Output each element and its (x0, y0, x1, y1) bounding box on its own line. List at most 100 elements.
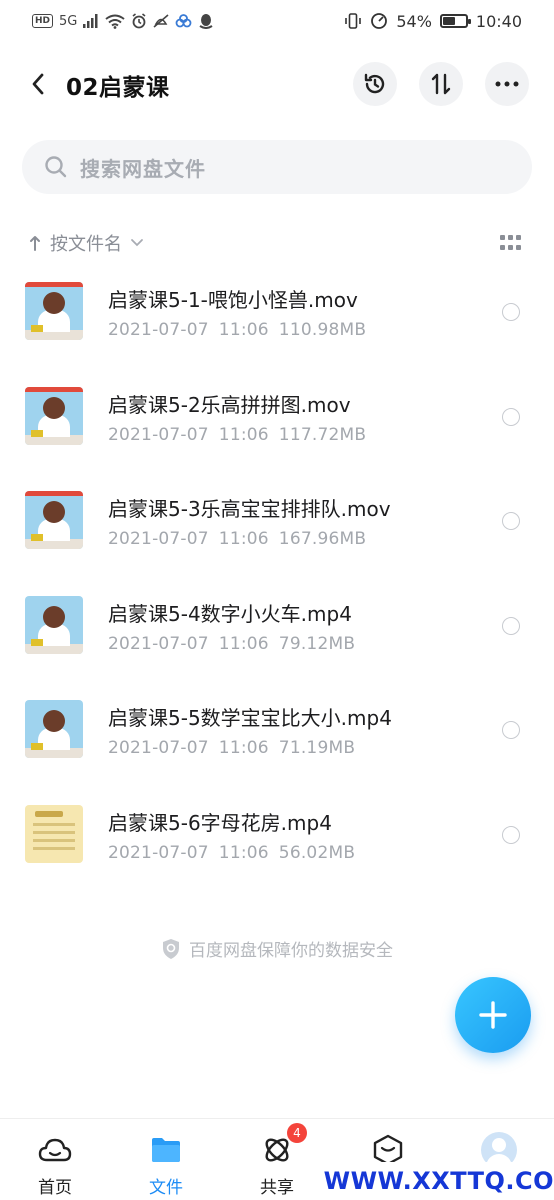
select-checkbox[interactable] (502, 616, 520, 635)
back-button[interactable] (22, 66, 54, 102)
file-meta: 2021-07-07 11:06 110.98MB (108, 320, 376, 340)
file-thumbnail (25, 386, 83, 445)
home-cloud-icon (37, 1133, 73, 1167)
alarm-icon (132, 13, 146, 29)
history-button[interactable] (353, 62, 397, 106)
file-thumbnail (25, 491, 83, 550)
select-checkbox[interactable] (502, 512, 520, 531)
security-text: 百度网盘保障你的数据安全 (189, 941, 393, 961)
file-time: 11:06 (218, 842, 269, 863)
status-bar-right: 54% 10:40 (344, 12, 522, 31)
sort-dropdown[interactable]: 按文件名 (28, 230, 144, 256)
watermark: WWW.XXTTQ.COM (324, 1162, 554, 1200)
select-checkbox[interactable] (502, 303, 520, 321)
arrow-up-icon (30, 236, 40, 251)
signal-icon (83, 14, 98, 28)
header: 02启蒙课 (0, 62, 554, 106)
grid-view-icon[interactable] (500, 235, 522, 251)
sort-row: 按文件名 (28, 228, 524, 258)
file-name: 启蒙课5-1-喂饱小怪兽.mov (108, 288, 358, 312)
file-time: 11:06 (218, 424, 269, 445)
more-button[interactable] (485, 62, 529, 106)
file-row[interactable]: 启蒙课5-3乐高宝宝排排队.mov 2021-07-07 11:06 167.96MB (0, 471, 554, 576)
file-meta: 2021-07-07 11:06 167.96MB (108, 529, 376, 549)
file-row[interactable]: 启蒙课5-6字母花房.mp4 2021-07-07 11:06 56.02MB (0, 785, 554, 890)
clock: 10:40 (475, 11, 522, 31)
battery-percent: 54% (396, 11, 432, 31)
shield-icon (163, 938, 179, 959)
select-checkbox[interactable] (502, 825, 520, 844)
file-name: 启蒙课5-2乐高拼拼图.mov (108, 392, 351, 417)
sort-label: 按文件名 (50, 234, 122, 255)
qq-icon (199, 14, 213, 29)
file-row[interactable]: 启蒙课5-5数学宝宝比大小.mp4 2021-07-07 11:06 71.19MB (0, 680, 554, 785)
file-thumbnail (25, 282, 83, 340)
battery-icon (439, 14, 471, 28)
tab-files-label: 文件 (149, 1178, 183, 1198)
file-row[interactable]: 启蒙课5-4数字小火车.mp4 2021-07-07 11:06 79.12MB (0, 576, 554, 681)
sort-arrows-icon (431, 73, 451, 95)
silent-icon (153, 14, 169, 28)
file-date: 2021-07-07 (108, 842, 209, 863)
file-date: 2021-07-07 (108, 320, 209, 340)
file-name: 启蒙课5-3乐高宝宝排排队.mov (108, 497, 391, 522)
file-time: 11:06 (218, 320, 269, 340)
file-meta: 2021-07-07 11:06 79.12MB (108, 634, 365, 654)
speed-icon (371, 13, 388, 29)
plus-icon (479, 1001, 507, 1029)
file-name: 启蒙课5-4数字小火车.mp4 (108, 601, 352, 626)
tab-home-label: 首页 (38, 1178, 72, 1198)
file-size: 79.12MB (278, 633, 356, 654)
network-type: 5G (59, 13, 78, 29)
file-date: 2021-07-07 (108, 424, 209, 445)
file-meta: 2021-07-07 11:06 71.19MB (108, 738, 365, 758)
status-bar-left: HD 5G (32, 13, 213, 29)
hd-indicator: HD (32, 14, 54, 28)
file-time: 11:06 (218, 633, 269, 654)
file-size: 117.72MB (278, 424, 367, 445)
search-icon (45, 156, 67, 178)
share-icon: 4 (259, 1123, 307, 1167)
file-size: 167.96MB (278, 529, 367, 550)
search-placeholder: 搜索网盘文件 (80, 156, 206, 181)
search-input[interactable]: 搜索网盘文件 (22, 140, 532, 194)
cloud-sync-icon (175, 14, 192, 28)
file-thumbnail (25, 700, 83, 759)
file-time: 11:06 (218, 529, 269, 550)
file-row[interactable]: 启蒙课5-2乐高拼拼图.mov 2021-07-07 11:06 117.72MB (0, 367, 554, 472)
select-checkbox[interactable] (502, 407, 520, 426)
tab-share-label: 共享 (260, 1178, 294, 1198)
file-meta: 2021-07-07 11:06 117.72MB (108, 425, 376, 445)
file-size: 110.98MB (278, 320, 367, 340)
history-icon (364, 73, 385, 94)
tab-share[interactable]: 4 共享 (237, 1123, 317, 1199)
page-title: 02启蒙课 (66, 75, 170, 101)
tab-home[interactable]: 首页 (15, 1133, 95, 1199)
file-thumbnail (25, 595, 83, 654)
file-name: 启蒙课5-6字母花房.mp4 (108, 810, 332, 835)
select-checkbox[interactable] (502, 721, 520, 740)
wifi-icon (105, 14, 125, 29)
file-date: 2021-07-07 (108, 738, 209, 759)
vibrate-icon (345, 13, 362, 29)
file-thumbnail (25, 804, 83, 863)
add-button[interactable] (455, 977, 531, 1053)
folder-icon (148, 1133, 184, 1167)
security-note: 百度网盘保障你的数据安全 (0, 936, 554, 961)
file-size: 71.19MB (278, 738, 356, 759)
chevron-down-icon (131, 239, 143, 247)
file-date: 2021-07-07 (108, 529, 209, 550)
file-date: 2021-07-07 (108, 633, 209, 654)
status-bar: HD 5G 54% 10:40 (0, 0, 554, 42)
file-time: 11:06 (218, 738, 269, 759)
share-badge: 4 (287, 1123, 307, 1143)
file-meta: 2021-07-07 11:06 56.02MB (108, 843, 365, 863)
chevron-left-icon (32, 73, 44, 95)
file-row[interactable]: 启蒙课5-1-喂饱小怪兽.mov 2021-07-07 11:06 110.98MB (0, 262, 554, 367)
sort-order-button[interactable] (419, 62, 463, 106)
more-dots-icon (495, 81, 519, 87)
file-name: 启蒙课5-5数学宝宝比大小.mp4 (108, 706, 392, 731)
file-size: 56.02MB (278, 842, 356, 863)
file-list: 启蒙课5-1-喂饱小怪兽.mov 2021-07-07 11:06 110.98MB 启… (0, 262, 554, 890)
tab-files[interactable]: 文件 (126, 1133, 206, 1199)
